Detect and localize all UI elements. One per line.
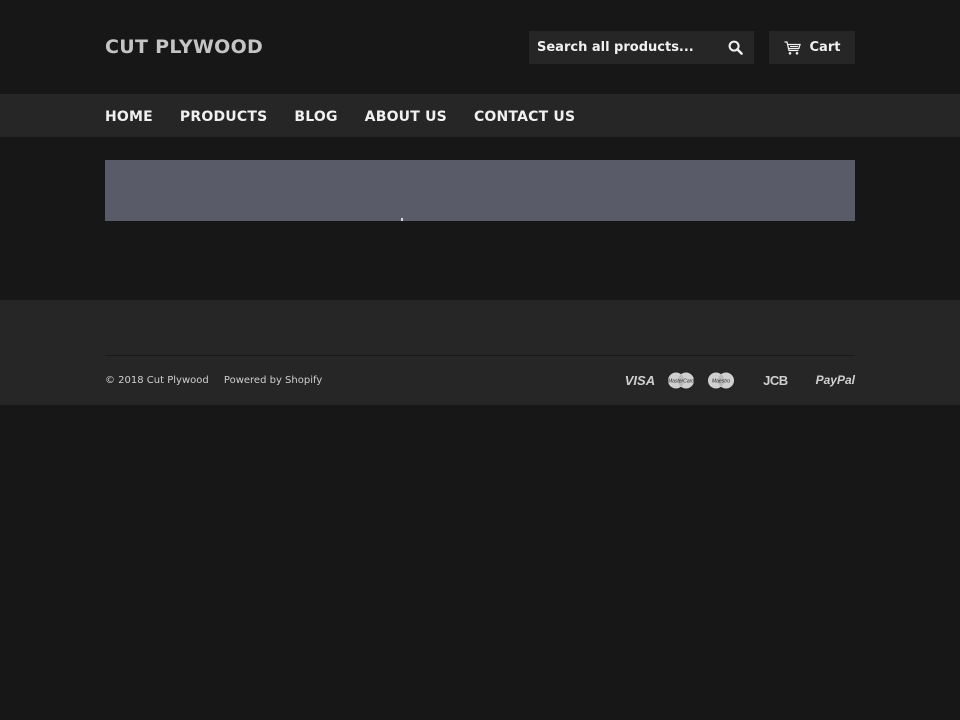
hero-banner[interactable] <box>105 160 855 221</box>
nav-item-about-us: ABOUT US <box>365 106 447 125</box>
nav-link-blog[interactable]: BLOG <box>294 109 337 125</box>
paypal-icon: PayPal <box>815 373 855 387</box>
cart-button[interactable]: Cart <box>769 31 855 64</box>
nav-link-home[interactable]: HOME <box>105 109 153 125</box>
copyright-text: © 2018 Cut Plywood <box>105 374 209 386</box>
site-footer: © 2018 Cut Plywood Powered by Shopify VI… <box>0 300 960 405</box>
svg-text:MasterCard: MasterCard <box>668 378 694 384</box>
search-icon <box>728 40 743 55</box>
search-form <box>529 31 754 64</box>
nav-item-home: HOME <box>105 106 153 125</box>
nav-item-contact-us: CONTACT US <box>474 106 575 125</box>
svg-text:Maestro: Maestro <box>712 378 730 384</box>
nav-item-blog: BLOG <box>294 106 337 125</box>
payment-icons: VISA MasterCard Maestro JCB PayPal <box>613 372 855 389</box>
nav-link-contact-us[interactable]: CONTACT US <box>474 109 575 125</box>
footer-copyright: © 2018 Cut Plywood Powered by Shopify <box>105 375 322 386</box>
search-button[interactable] <box>719 31 752 64</box>
site-header: CUT PLYWOOD Cart <box>0 0 960 94</box>
nav-item-products: PRODUCTS <box>180 106 267 125</box>
visa-icon: VISA <box>624 372 656 388</box>
powered-by-link[interactable]: Powered by Shopify <box>224 375 322 386</box>
nav-list: HOME PRODUCTS BLOG ABOUT US CONTACT US <box>105 94 855 137</box>
nav-link-products[interactable]: PRODUCTS <box>180 109 267 125</box>
mastercard-icon: MasterCard <box>667 372 695 389</box>
jcb-icon: JCB <box>763 372 788 388</box>
site-title-link[interactable]: CUT PLYWOOD <box>105 36 263 58</box>
nav-link-about-us[interactable]: ABOUT US <box>365 109 447 125</box>
search-input[interactable] <box>529 31 719 64</box>
main-nav: HOME PRODUCTS BLOG ABOUT US CONTACT US <box>0 94 960 137</box>
cart-label: Cart <box>809 40 841 55</box>
slider-indicator[interactable] <box>401 218 403 221</box>
maestro-icon: Maestro <box>707 372 735 389</box>
cart-icon <box>784 40 801 55</box>
main-content <box>0 137 960 300</box>
